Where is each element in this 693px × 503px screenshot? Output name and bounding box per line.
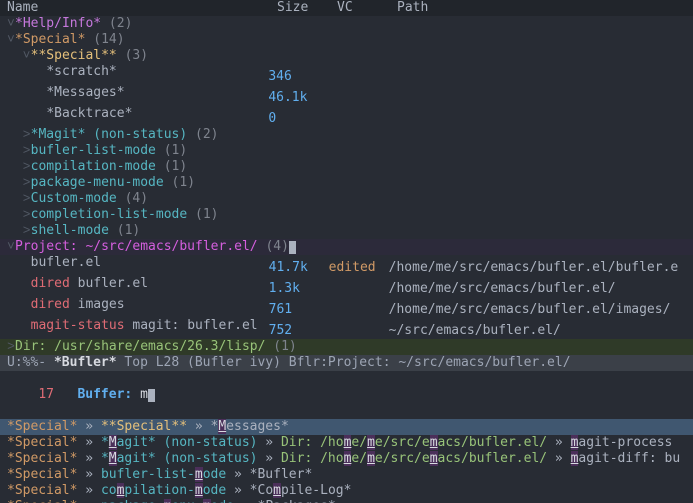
prompt-input[interactable]: m xyxy=(140,387,148,402)
tree-row[interactable]: *scratch*346 xyxy=(0,64,693,85)
tree-row[interactable]: ˃shell-mode (1) xyxy=(0,223,693,239)
hdr-path: Path xyxy=(397,0,428,16)
candidate[interactable]: *Special* » **Special** » *Messages* xyxy=(0,419,693,435)
minibuffer[interactable]: 17 Buffer: m *Special* » **Special** » *… xyxy=(0,371,693,503)
prompt-label: Buffer: xyxy=(54,387,140,402)
tree-row[interactable]: *Backtrace*0 xyxy=(0,106,693,127)
match-count: 17 xyxy=(38,387,54,402)
hdr-name: Name xyxy=(7,0,277,16)
tree-row[interactable]: ˃Dir: /usr/share/emacs/26.3/lisp/ (1) xyxy=(0,339,693,355)
prompt-row: 17 Buffer: m xyxy=(0,371,693,419)
cursor-icon xyxy=(148,389,155,402)
tree-row[interactable]: dired bufler.el1.3k/home/me/src/emacs/bu… xyxy=(0,276,693,297)
candidate[interactable]: *Special* » bufler-list-mode » *Bufler* xyxy=(0,467,693,483)
tree-row[interactable]: ˃Custom-mode (4) xyxy=(0,191,693,207)
tree-row[interactable]: magit-status magit: bufler.el752~/src/em… xyxy=(0,318,693,339)
candidate[interactable]: *Special* » package-menu-mode » *Package… xyxy=(0,499,693,503)
tree-row[interactable]: ˅*Help/Info* (2) xyxy=(0,16,693,32)
hdr-vc: VC xyxy=(337,0,397,16)
buffer-tree[interactable]: ˅*Help/Info* (2)˅*Special* (14) ˅**Speci… xyxy=(0,16,693,355)
tree-row[interactable]: ˅*Special* (14) xyxy=(0,32,693,48)
candidate[interactable]: *Special* » compilation-mode » *Compile-… xyxy=(0,483,693,499)
tree-row[interactable]: dired images761/home/me/src/emacs/bufler… xyxy=(0,297,693,318)
candidates[interactable]: *Special* » **Special** » *Messages**Spe… xyxy=(0,419,693,503)
tree-row[interactable]: ˅Project: ~/src/emacs/bufler.el/ (4) xyxy=(0,239,693,255)
tree-row[interactable]: ˃package-menu-mode (1) xyxy=(0,175,693,191)
column-header: Name Size VC Path xyxy=(0,0,693,16)
tree-row[interactable]: bufler.el41.7kedited/home/me/src/emacs/b… xyxy=(0,255,693,276)
candidate[interactable]: *Special* » *Magit* (non-status) » Dir: … xyxy=(0,451,693,467)
tree-row[interactable]: *Messages*46.1k xyxy=(0,85,693,106)
tree-row[interactable]: ˃completion-list-mode (1) xyxy=(0,207,693,223)
hdr-size: Size xyxy=(277,0,337,16)
tree-row[interactable]: ˅**Special** (3) xyxy=(0,48,693,64)
tree-row[interactable]: ˃compilation-mode (1) xyxy=(0,159,693,175)
tree-row[interactable]: ˃*Magit* (non-status) (2) xyxy=(0,127,693,143)
modeline: U:%%- *Bufler* Top L28 (Bufler ivy) Bflr… xyxy=(0,355,693,371)
candidate[interactable]: *Special* » *Magit* (non-status) » Dir: … xyxy=(0,435,693,451)
tree-row[interactable]: ˃bufler-list-mode (1) xyxy=(0,143,693,159)
